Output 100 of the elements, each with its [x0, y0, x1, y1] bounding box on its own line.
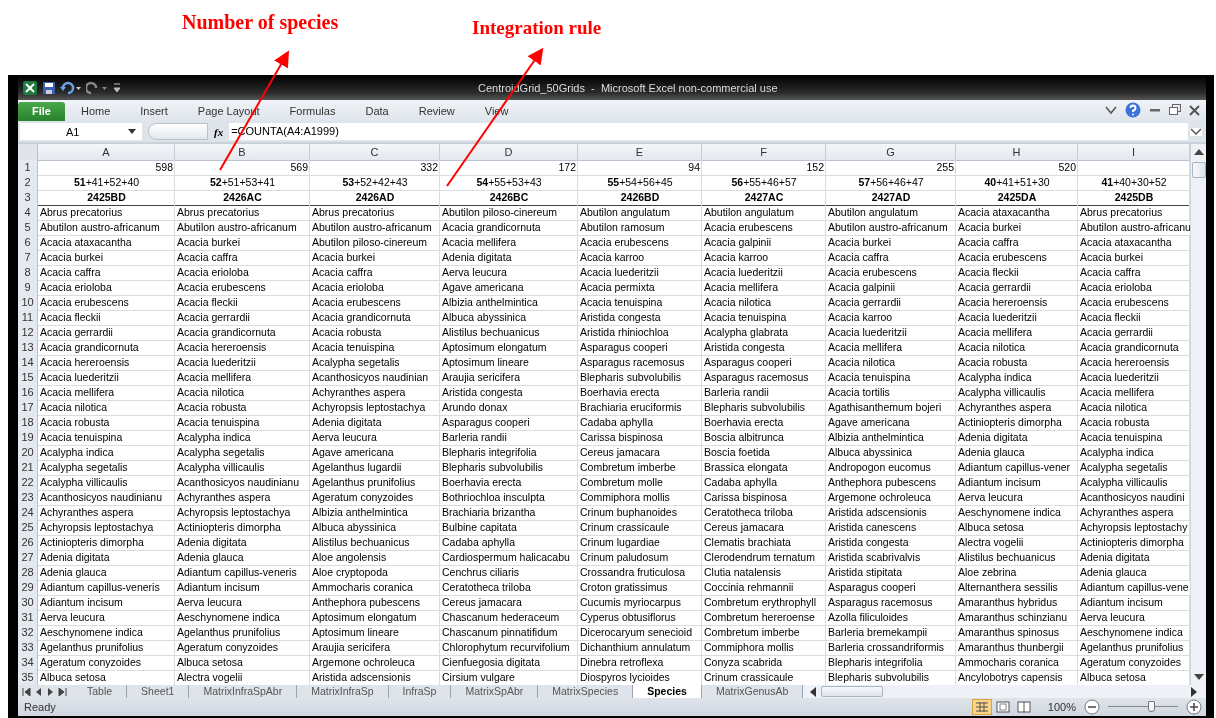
table-cell: 332	[310, 160, 440, 176]
previous-sheet-icon[interactable]	[34, 687, 43, 696]
up-arrow-icon[interactable]	[1193, 148, 1204, 156]
column-header[interactable]: B	[175, 144, 310, 161]
table-cell: 172	[440, 160, 578, 176]
help-icon[interactable]	[1125, 102, 1141, 118]
row-header[interactable]: 3	[18, 190, 38, 206]
table-cell: 2426BC	[440, 190, 578, 206]
row-header[interactable]: 33	[18, 640, 38, 656]
ribbon-tab[interactable]: Formulas	[275, 102, 350, 121]
row-header[interactable]: 2	[18, 175, 38, 191]
row-header[interactable]: 7	[18, 250, 38, 266]
zoom-in-icon[interactable]	[1186, 699, 1202, 715]
row-header[interactable]: 17	[18, 400, 38, 416]
expand-icon[interactable]	[1190, 127, 1202, 136]
table-cell: Ceratotheca triloba	[440, 580, 578, 596]
row-header[interactable]: 6	[18, 235, 38, 251]
row-header[interactable]: 25	[18, 520, 38, 536]
ribbon-tab[interactable]: Data	[351, 102, 403, 121]
table-cell: Dinebra retroflexa	[578, 655, 702, 671]
table-cell: Acacia gerrardii	[38, 325, 175, 341]
redo-icon[interactable]	[86, 80, 108, 95]
table-cell: Achyropsis leptostachya	[175, 505, 310, 521]
row-header[interactable]: 35	[18, 670, 38, 685]
ribbon-tab[interactable]: Review	[404, 102, 469, 121]
table-cell: Acacia luederitzii	[826, 325, 956, 341]
table-cell: Agelanthus prunifolius	[175, 625, 310, 641]
undo-icon[interactable]	[60, 80, 82, 95]
last-sheet-icon[interactable]	[58, 687, 67, 696]
table-cell: Clematis brachiata	[702, 535, 826, 551]
column-header[interactable]: I	[1078, 144, 1190, 161]
name-box[interactable]: A1	[20, 123, 142, 140]
row-header[interactable]: 23	[18, 490, 38, 506]
ribbon-tab[interactable]: Insert	[126, 102, 182, 121]
zoom-level[interactable]: 100%	[1047, 701, 1076, 713]
row-header[interactable]: 9	[18, 280, 38, 296]
save-icon[interactable]	[42, 80, 56, 95]
table-cell: Abutilon piloso-cinereum	[440, 205, 578, 221]
table-cell: Ageratum conyzoides	[38, 655, 175, 671]
row-header[interactable]: 14	[18, 355, 38, 371]
left-arrow-icon[interactable]	[809, 686, 818, 697]
column-header[interactable]: H	[956, 144, 1078, 161]
row-header[interactable]: 1	[18, 160, 38, 176]
close-icon[interactable]	[1189, 104, 1200, 116]
row-header[interactable]: 20	[18, 445, 38, 461]
row-header[interactable]: 29	[18, 580, 38, 596]
row-header[interactable]: 32	[18, 625, 38, 641]
row-header[interactable]: 27	[18, 550, 38, 566]
table-cell: Carissa bispinosa	[702, 490, 826, 506]
next-sheet-icon[interactable]	[46, 687, 55, 696]
table-cell: Boerhavia erecta	[578, 385, 702, 401]
spreadsheet-icon[interactable]	[22, 79, 38, 96]
row-header[interactable]: 8	[18, 265, 38, 281]
slider-thumb[interactable]	[1148, 701, 1156, 712]
scroll-thumb[interactable]	[821, 686, 884, 697]
horizontal-scrollbar[interactable]	[803, 685, 1206, 698]
row-header[interactable]: 5	[18, 220, 38, 236]
caret-icon[interactable]	[1105, 105, 1117, 115]
restore-icon[interactable]	[1169, 104, 1181, 116]
row-header[interactable]: 16	[18, 385, 38, 401]
vertical-scrollbar[interactable]	[1190, 144, 1206, 685]
column-header[interactable]: E	[578, 144, 702, 161]
insert-function-button[interactable]: fx	[214, 125, 224, 138]
scroll-thumb[interactable]	[1191, 162, 1206, 178]
row-header[interactable]: 15	[18, 370, 38, 386]
row-header[interactable]: 12	[18, 325, 38, 341]
row-header[interactable]: 30	[18, 595, 38, 611]
table-cell: Blepharis subvolubilis	[702, 400, 826, 416]
column-header[interactable]: D	[440, 144, 578, 161]
ribbon-tab[interactable]: File	[18, 102, 65, 121]
row-header[interactable]: 26	[18, 535, 38, 551]
row-header[interactable]: 13	[18, 340, 38, 356]
row-header[interactable]: 28	[18, 565, 38, 581]
row-header[interactable]: 22	[18, 475, 38, 491]
table-cell: Cardiospermum halicacabu	[440, 550, 578, 566]
table-cell: Argemone ochroleuca	[310, 655, 440, 671]
table-cell: Adiantum incisum	[956, 475, 1078, 491]
row-header[interactable]: 11	[18, 310, 38, 326]
column-header[interactable]: F	[702, 144, 826, 161]
row-header[interactable]: 4	[18, 205, 38, 221]
row-header[interactable]: 24	[18, 505, 38, 521]
row-header[interactable]: 34	[18, 655, 38, 671]
normal-view-icon[interactable]	[971, 699, 992, 715]
down-arrow-icon[interactable]	[1193, 673, 1204, 681]
table-cell: Commiphora mollis	[702, 640, 826, 656]
row-header[interactable]: 21	[18, 460, 38, 476]
row-header[interactable]: 19	[18, 430, 38, 446]
right-arrow-icon[interactable]	[1190, 686, 1198, 697]
column-header[interactable]: C	[310, 144, 440, 161]
first-sheet-icon[interactable]	[22, 687, 31, 696]
column-header[interactable]: A	[38, 144, 175, 161]
ribbon-tab[interactable]: Home	[66, 102, 125, 121]
row-header[interactable]: 10	[18, 295, 38, 311]
table-cell: Aeschynomene indica	[38, 625, 175, 641]
column-header[interactable]: G	[826, 144, 956, 161]
row-header[interactable]: 18	[18, 415, 38, 431]
sheet-tab[interactable]: Species	[633, 685, 702, 698]
row-header[interactable]: 31	[18, 610, 38, 626]
zoom-out-icon[interactable]	[1084, 699, 1100, 715]
customize-icon[interactable]	[112, 80, 122, 95]
